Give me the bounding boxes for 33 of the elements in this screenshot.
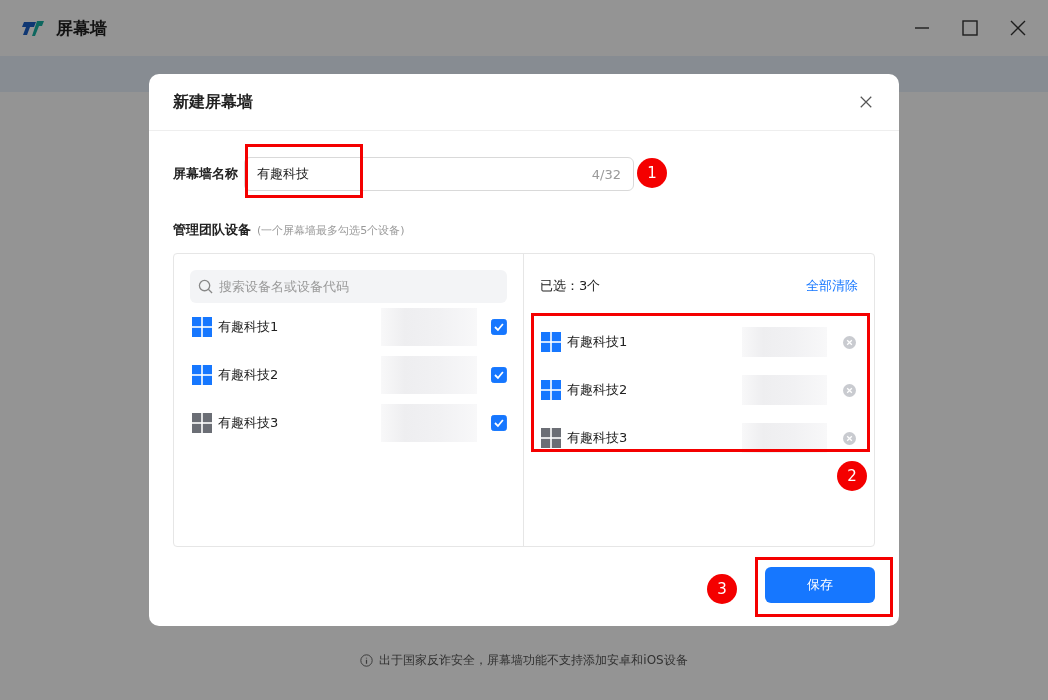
close-icon[interactable] bbox=[859, 95, 873, 109]
clear-all-link[interactable]: 全部清除 bbox=[806, 277, 858, 295]
section-hint: (一个屏幕墙最多勾选5个设备) bbox=[257, 222, 405, 238]
step-number-badge: 1 bbox=[637, 158, 667, 188]
device-name: 有趣科技3 bbox=[567, 429, 629, 447]
checkbox[interactable] bbox=[491, 367, 507, 383]
info-icon bbox=[360, 654, 374, 667]
checkbox[interactable] bbox=[491, 415, 507, 431]
character-counter: 4/32 bbox=[591, 166, 621, 182]
device-name: 有趣科技1 bbox=[218, 318, 280, 336]
device-name: 有趣科技2 bbox=[218, 366, 280, 384]
device-row[interactable]: 有趣科技3 bbox=[192, 399, 507, 447]
name-input-field[interactable]: 有趣科技 4/32 bbox=[244, 157, 634, 191]
close-icon[interactable] bbox=[1010, 20, 1026, 36]
device-name: 有趣科技1 bbox=[567, 333, 629, 351]
input-value: 有趣科技 bbox=[257, 165, 309, 183]
dialog-title: 新建屏幕墙 bbox=[173, 91, 253, 113]
step-number-badge: 2 bbox=[837, 461, 867, 491]
step-number-badge: 3 bbox=[707, 574, 737, 604]
device-name: 有趣科技2 bbox=[567, 381, 629, 399]
section-label: 管理团队设备 bbox=[173, 221, 251, 239]
device-row[interactable]: 有趣科技1 bbox=[192, 303, 507, 351]
device-name: 有趣科技3 bbox=[218, 414, 280, 432]
field-label: 屏幕墙名称 bbox=[173, 165, 238, 183]
maximize-icon[interactable] bbox=[962, 20, 978, 36]
checkbox[interactable] bbox=[491, 319, 507, 335]
app-logo-icon bbox=[22, 19, 44, 37]
save-button[interactable]: 保存 bbox=[765, 567, 875, 603]
search-icon bbox=[198, 279, 213, 294]
footer-note: 出于国家反诈安全，屏幕墙功能不支持添加安卓和iOS设备 bbox=[379, 652, 688, 669]
window-title: 屏幕墙 bbox=[56, 16, 107, 40]
selected-count: 已选：3个 bbox=[540, 277, 601, 295]
device-row[interactable]: 有趣科技2 bbox=[192, 351, 507, 399]
